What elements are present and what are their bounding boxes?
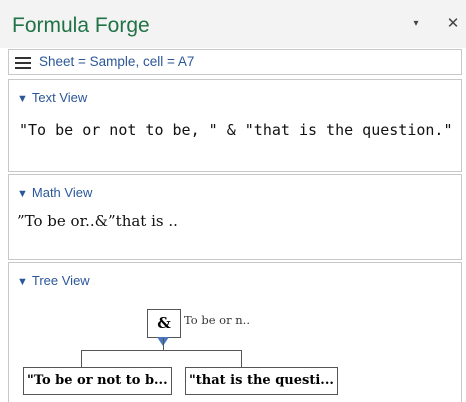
math-view-toggle[interactable]: ▼ Math View [17,185,92,200]
text-view-toggle[interactable]: ▼ Text View [17,90,87,105]
tree-child-node-1[interactable]: "To be or not to b... [23,367,172,395]
tree-connector-vertical-right [241,350,242,367]
triangle-down-icon: ▼ [17,188,28,200]
tree-view-section: ▼ Tree View & To be or n.. "To be or not … [8,262,462,402]
triangle-down-icon: ▼ [17,276,28,288]
math-view-formula: ”To be or..&”that is .. [17,212,178,230]
hamburger-icon[interactable] [15,57,31,69]
pane-options-chevron-down-icon[interactable]: ▾ [406,14,426,34]
triangle-down-icon: ▼ [17,93,28,105]
tree-connector-horizontal [81,350,241,351]
close-icon[interactable]: ✕ [443,14,463,34]
tree-root-annotation: To be or n.. [184,313,250,327]
text-view-title: Text View [31,90,88,105]
tree-view-toggle[interactable]: ▼ Tree View [17,273,90,288]
tree-root-node[interactable]: & [147,309,181,338]
app-title: Formula Forge [12,14,150,37]
sheet-header: Sheet = Sample, cell = A7 [8,49,462,75]
tree-child-node-2[interactable]: "that is the questi... [185,367,338,395]
tree-connector-vertical-root [163,338,164,350]
title-bar: Formula Forge ▾ ✕ [0,0,466,48]
sheet-cell-label: Sheet = Sample, cell = A7 [39,54,195,69]
text-view-section: ▼ Text View "To be or not to be, " & "tha… [8,79,462,172]
math-view-title: Math View [31,185,93,200]
math-view-section: ▼ Math View ”To be or..&”that is .. [8,174,462,260]
tree-connector-vertical-left [81,350,82,367]
tree-view-title: Tree View [31,273,90,288]
text-view-formula: "To be or not to be, " & "that is the qu… [19,121,453,139]
